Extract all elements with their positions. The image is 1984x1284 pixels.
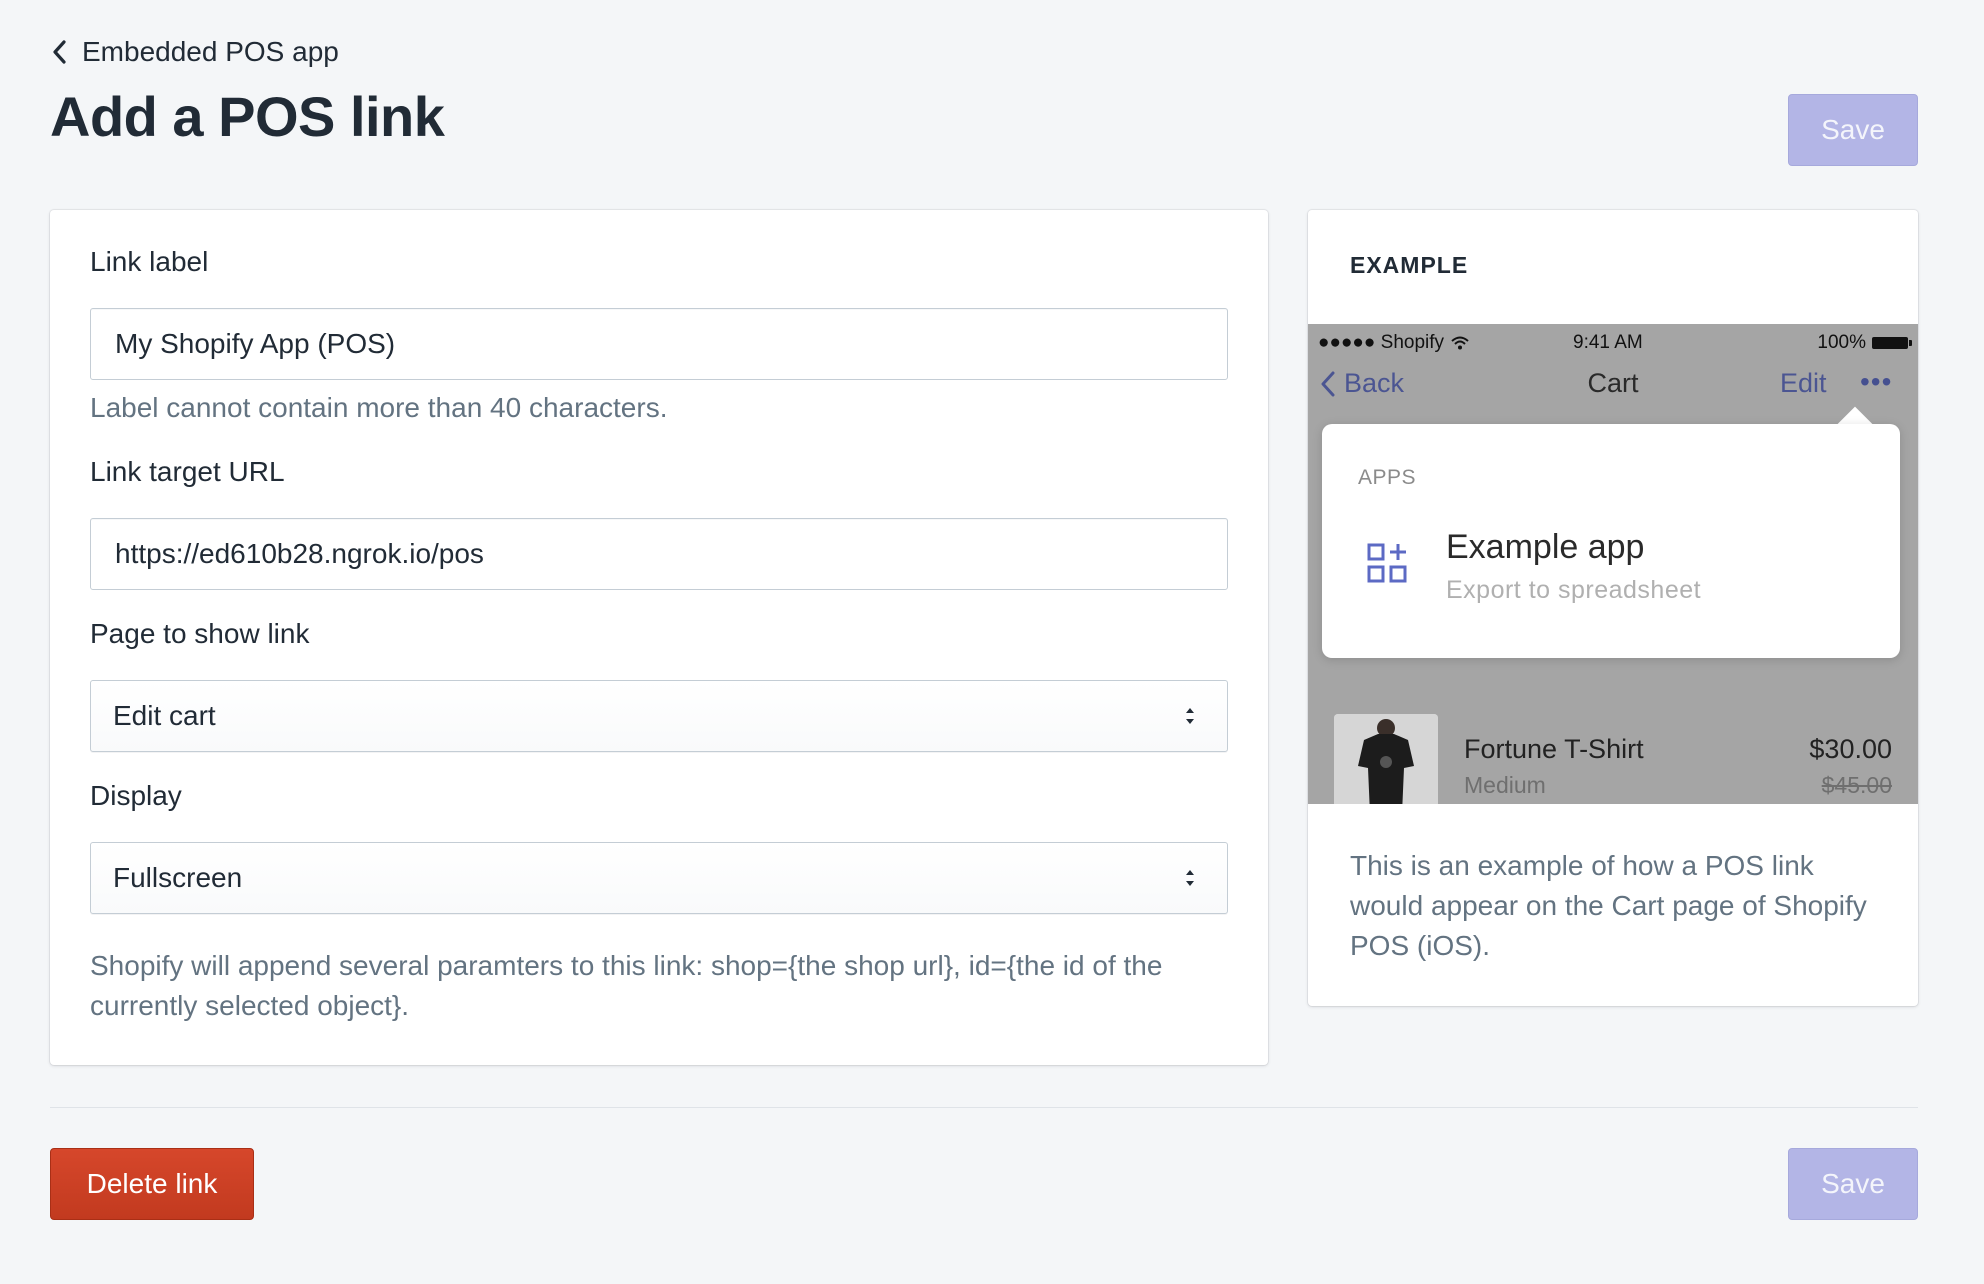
example-card: EXAMPLE ●●●●● Shopify 9:41 AM 100% Back … bbox=[1308, 210, 1918, 1006]
product-name: Fortune T-Shirt bbox=[1464, 734, 1644, 764]
battery-percent: 100% bbox=[1817, 332, 1866, 353]
delete-link-button[interactable]: Delete link bbox=[50, 1148, 254, 1220]
link-url-label: Link target URL bbox=[90, 456, 285, 487]
example-heading: EXAMPLE bbox=[1350, 252, 1469, 278]
tshirt-image bbox=[1334, 714, 1438, 804]
link-label-help: Label cannot contain more than 40 charac… bbox=[90, 392, 668, 423]
status-time: 9:41 AM bbox=[1573, 332, 1643, 353]
example-description: This is an example of how a POS link wou… bbox=[1350, 850, 1867, 961]
display-select-value: Fullscreen bbox=[113, 862, 243, 893]
product-variant: Medium bbox=[1464, 772, 1546, 798]
apps-popover: APPS Example app Export to spreadsheet bbox=[1322, 424, 1900, 658]
display-select[interactable]: Fullscreen bbox=[90, 842, 1228, 914]
apps-section-label: APPS bbox=[1358, 466, 1417, 489]
more-icon: ••• bbox=[1860, 366, 1893, 397]
display-select-label: Display bbox=[90, 780, 182, 811]
save-button-bottom[interactable]: Save bbox=[1788, 1148, 1918, 1220]
page-select[interactable]: Edit cart bbox=[90, 680, 1228, 752]
apps-grid-icon bbox=[1367, 543, 1407, 583]
link-url-input[interactable]: https://ed610b28.ngrok.io/pos bbox=[90, 518, 1228, 590]
page-title: Add a POS link bbox=[50, 85, 445, 148]
link-label-label: Link label bbox=[90, 246, 209, 277]
breadcrumb-label: Embedded POS app bbox=[82, 36, 339, 67]
select-arrows-icon bbox=[1186, 708, 1194, 724]
product-thumbnail bbox=[1334, 714, 1438, 804]
carrier-label: ●●●●● Shopify bbox=[1318, 332, 1445, 353]
status-carrier: ●●●●● Shopify bbox=[1318, 332, 1470, 354]
nav-edit: Edit bbox=[1780, 368, 1827, 398]
save-button-top[interactable]: Save bbox=[1788, 94, 1918, 166]
page-select-label: Page to show link bbox=[90, 618, 310, 649]
link-form-card: Link label My Shopify App (POS) Label ca… bbox=[50, 210, 1268, 1065]
chevron-left-icon bbox=[53, 40, 66, 64]
app-name: Example app bbox=[1446, 528, 1645, 566]
footer-divider bbox=[50, 1107, 1918, 1108]
pos-phone-preview: ●●●●● Shopify 9:41 AM 100% Back Cart Edi… bbox=[1308, 324, 1918, 804]
battery-icon bbox=[1872, 337, 1912, 349]
page-select-value: Edit cart bbox=[113, 700, 216, 731]
link-label-value: My Shopify App (POS) bbox=[115, 328, 396, 359]
status-battery: 100% bbox=[1817, 332, 1912, 354]
select-arrows-icon bbox=[1186, 870, 1194, 886]
link-label-input[interactable]: My Shopify App (POS) bbox=[90, 308, 1228, 380]
product-price: $30.00 bbox=[1809, 734, 1892, 764]
ios-nav-bar: Back Cart Edit ••• bbox=[1308, 364, 1918, 408]
ios-status-bar: ●●●●● Shopify 9:41 AM 100% bbox=[1308, 324, 1918, 360]
product-compare-price: $45.00 bbox=[1821, 772, 1892, 798]
params-help: Shopify will append several paramters to… bbox=[90, 950, 1163, 1021]
wifi-icon bbox=[1451, 336, 1469, 350]
link-url-value: https://ed610b28.ngrok.io/pos bbox=[115, 538, 484, 569]
app-subtitle: Export to spreadsheet bbox=[1446, 576, 1702, 604]
breadcrumb-back-link[interactable]: Embedded POS app bbox=[50, 36, 339, 68]
